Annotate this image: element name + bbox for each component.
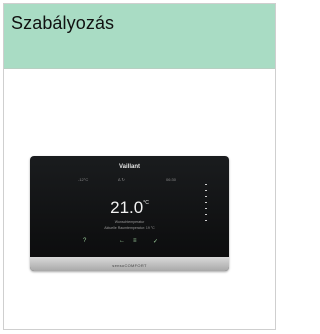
device-bottom-bar: sensoCOMFORT — [30, 257, 229, 271]
temperature-value: 21.0 — [110, 198, 144, 217]
thermostat-image: Vaillant -12°C ∆ ↻ 06:30 21.0°C Wunschte… — [30, 156, 229, 271]
product-card: Szabályozás Vaillant -12°C ∆ ↻ 06:30 21.… — [3, 3, 276, 330]
clock: 06:30 — [166, 177, 177, 182]
checkmark-icon: ✓ — [153, 239, 159, 245]
menu-icon: ≡ — [133, 238, 137, 244]
temperature-label: Wunschtemperatur — [114, 220, 145, 224]
card-header: Szabályozás — [4, 4, 275, 68]
temperature-scale — [203, 184, 209, 224]
temperature-display: 21.0°C — [30, 198, 229, 218]
room-temperature-label: Aktuelle Raumtemperatur: 19 °C — [104, 226, 155, 230]
outdoor-temp: -12°C — [78, 177, 89, 182]
status-icons: ∆ ↻ — [118, 177, 125, 182]
temperature-unit: °C — [143, 200, 149, 206]
header-divider — [4, 68, 275, 69]
back-arrow-icon: ← — [119, 238, 125, 244]
model-name: sensoCOMFORT — [112, 263, 147, 268]
page-title: Szabályozás — [11, 13, 115, 33]
help-icon: ? — [83, 238, 87, 244]
brand-logo: Vaillant — [118, 164, 140, 170]
